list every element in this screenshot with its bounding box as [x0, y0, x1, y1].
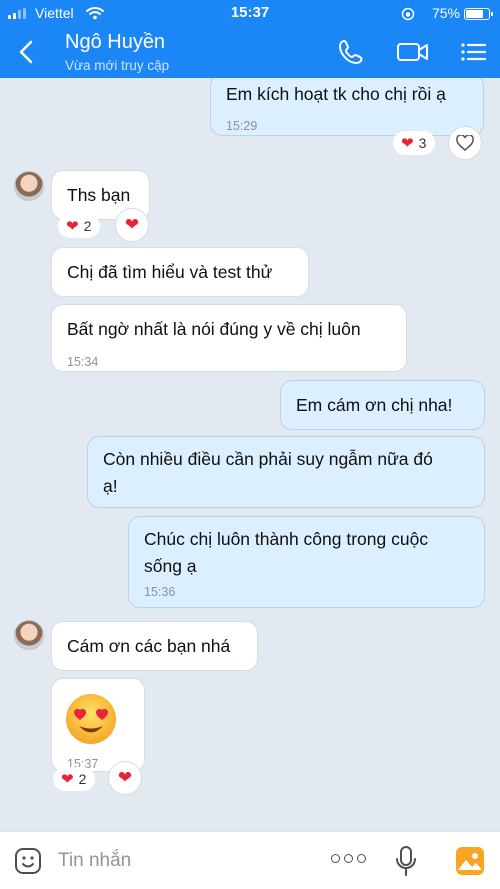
message-text-line: Còn nhiều điều cần phải suy ngẫm nữa đó	[103, 449, 433, 469]
message-bubble-outgoing[interactable]: Em cám ơn chị nha!	[280, 380, 485, 430]
status-bar: Viettel 15:37 75%	[0, 0, 500, 28]
message-input[interactable]: Tin nhắn	[58, 850, 131, 872]
battery-icon	[464, 8, 493, 20]
message-text: Em kích hoạt tk cho chị rồi ạ	[226, 84, 446, 104]
message-bubble-incoming[interactable]: Bất ngờ nhất là nói đúng y về chị luôn 1…	[51, 304, 407, 372]
video-call-icon[interactable]	[396, 38, 430, 66]
heart-icon: ❤	[66, 218, 79, 235]
contact-name[interactable]: Ngô Huyền	[65, 31, 165, 54]
reaction-count: 2	[83, 218, 92, 234]
chat-header: Ngô Huyền Vừa mới truy cập	[0, 28, 500, 78]
message-composer: Tin nhắn	[0, 831, 500, 889]
sticker-icon[interactable]	[14, 847, 42, 875]
microphone-icon[interactable]	[394, 845, 418, 877]
avatar[interactable]	[14, 620, 44, 650]
message-text: Cám ơn các bạn nhá	[67, 636, 231, 656]
heart-icon: ❤	[117, 768, 133, 787]
phone-icon[interactable]	[336, 38, 366, 66]
back-chevron-icon[interactable]	[14, 38, 40, 66]
message-bubble-outgoing[interactable]: Em kích hoạt tk cho chị rồi ạ 15:29	[210, 78, 484, 136]
heart-icon: ❤	[124, 215, 140, 234]
message-text: Bất ngờ nhất là nói đúng y về chị luôn	[67, 319, 361, 339]
react-button[interactable]: ❤	[115, 208, 149, 242]
menu-icon[interactable]	[458, 38, 488, 66]
avatar[interactable]	[14, 171, 44, 201]
heart-icon: ❤	[401, 135, 414, 152]
reaction-summary[interactable]: ❤ 3	[393, 131, 436, 155]
contact-status: Vừa mới truy cập	[65, 58, 170, 73]
message-text: Ths bạn	[67, 185, 131, 205]
gallery-icon[interactable]	[455, 846, 485, 876]
message-bubble-outgoing[interactable]: Còn nhiều điều cần phải suy ngẫm nữa đó …	[87, 436, 485, 508]
chat-area[interactable]: Em kích hoạt tk cho chị rồi ạ 15:29 ❤ 3 …	[0, 78, 500, 831]
react-button[interactable]	[448, 126, 482, 160]
orientation-lock-icon	[401, 7, 415, 21]
message-text-line: ạ!	[103, 476, 118, 496]
reaction-summary[interactable]: ❤ 2	[53, 767, 96, 791]
message-bubble-incoming[interactable]: Chị đã tìm hiểu và test thử	[51, 247, 309, 297]
message-text: Em cám ơn chị nha!	[296, 395, 453, 415]
status-time: 15:37	[230, 4, 270, 21]
reaction-summary[interactable]: ❤ 2	[58, 214, 101, 238]
message-text-line: sống ạ	[144, 556, 197, 576]
message-time: 15:36	[144, 585, 176, 599]
message-text: Chị đã tìm hiểu và test thử	[67, 262, 273, 282]
battery-percent: 75%	[431, 5, 460, 21]
heart-outline-icon	[456, 135, 474, 151]
message-bubble-incoming[interactable]: Cám ơn các bạn nhá	[51, 621, 258, 671]
reaction-count: 2	[78, 771, 87, 787]
message-time: 15:29	[226, 119, 258, 133]
message-bubble-incoming[interactable]: 15:37	[51, 678, 145, 772]
more-icon[interactable]	[331, 854, 366, 863]
reaction-count: 3	[418, 135, 427, 151]
react-button[interactable]: ❤	[108, 761, 142, 795]
message-bubble-outgoing[interactable]: Chúc chị luôn thành công trong cuộc sống…	[128, 516, 485, 608]
message-time: 15:34	[67, 355, 99, 369]
heart-icon: ❤	[61, 771, 74, 788]
heart-eyes-emoji-icon	[66, 694, 116, 744]
message-text-line: Chúc chị luôn thành công trong cuộc	[144, 529, 429, 549]
